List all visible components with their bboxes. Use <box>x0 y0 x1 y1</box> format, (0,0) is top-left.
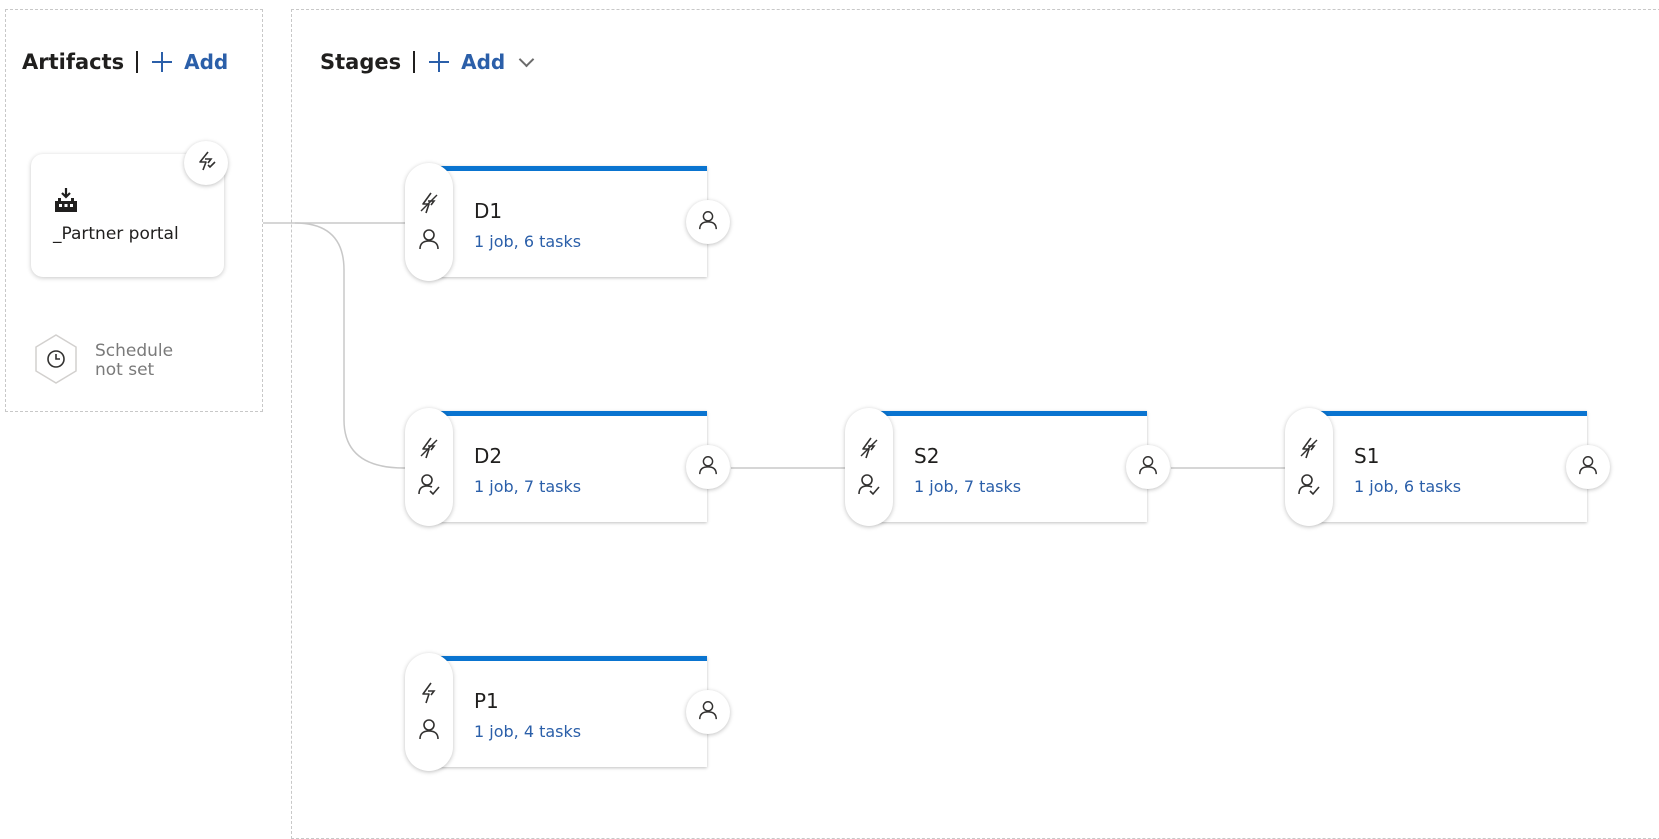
plus-icon <box>429 52 450 72</box>
person-icon <box>1577 454 1599 480</box>
stage-name: D1 <box>474 199 503 223</box>
add-artifact-label: Add <box>184 50 229 74</box>
person-check-icon <box>1297 472 1321 500</box>
person-check-icon <box>417 472 441 500</box>
pre-deployment-conditions-s1[interactable] <box>1285 408 1333 526</box>
person-check-icon <box>857 472 881 500</box>
pre-deployment-conditions-d2[interactable] <box>405 408 453 526</box>
lightning-disabled-icon <box>857 436 881 464</box>
add-stage-label: Add <box>461 50 506 74</box>
stage-card-p1[interactable]: P1 1 job, 4 tasks <box>430 656 707 767</box>
person-icon <box>417 717 441 745</box>
schedule-line-2: not set <box>95 360 155 380</box>
pre-deployment-conditions-p1[interactable] <box>405 653 453 771</box>
lightning-disabled-icon <box>417 436 441 464</box>
header-separator <box>413 51 416 73</box>
post-deployment-conditions-s2[interactable] <box>1126 445 1170 489</box>
clock-icon <box>33 333 79 389</box>
stage-tasks-link[interactable]: 1 job, 6 tasks <box>474 232 581 251</box>
person-icon <box>697 454 719 480</box>
stage-card-s1[interactable]: S1 1 job, 6 tasks <box>1310 411 1587 522</box>
continuous-deployment-trigger-button[interactable] <box>184 141 228 185</box>
lightning-disabled-icon <box>417 191 441 219</box>
post-deployment-conditions-d1[interactable] <box>686 200 730 244</box>
person-icon <box>417 227 441 255</box>
person-icon <box>697 209 719 235</box>
header-separator <box>136 51 139 73</box>
schedule-line-1: Schedule <box>95 341 174 361</box>
stage-tasks-link[interactable]: 1 job, 7 tasks <box>914 477 1021 496</box>
add-artifact-button[interactable]: Add <box>152 50 228 74</box>
artifacts-title: Artifacts <box>22 50 125 74</box>
stage-tasks-link[interactable]: 1 job, 4 tasks <box>474 722 581 741</box>
post-deployment-conditions-d2[interactable] <box>686 445 730 489</box>
artifacts-header: Artifacts Add <box>22 50 228 74</box>
stage-card-s2[interactable]: S2 1 job, 7 tasks <box>870 411 1147 522</box>
stages-title: Stages <box>320 50 402 74</box>
post-deployment-conditions-s1[interactable] <box>1566 445 1610 489</box>
stage-name: S2 <box>914 444 940 468</box>
stages-header: Stages Add <box>320 50 535 74</box>
lightning-disabled-icon <box>1297 436 1321 464</box>
stage-card-d2[interactable]: D2 1 job, 7 tasks <box>430 411 707 522</box>
post-deployment-conditions-p1[interactable] <box>686 690 730 734</box>
continuous-deployment-trigger-icon <box>195 150 217 176</box>
add-stage-button[interactable]: Add <box>429 50 535 74</box>
stage-tasks-link[interactable]: 1 job, 7 tasks <box>474 477 581 496</box>
stage-name: D2 <box>474 444 503 468</box>
person-icon <box>1137 454 1159 480</box>
stage-card-d1[interactable]: D1 1 job, 6 tasks <box>430 166 707 277</box>
stage-tasks-link[interactable]: 1 job, 6 tasks <box>1354 477 1461 496</box>
pre-deployment-conditions-d1[interactable] <box>405 163 453 281</box>
build-artifact-icon <box>53 187 79 217</box>
artifact-name: _Partner portal <box>53 224 179 244</box>
schedule-status: Schedule not set <box>95 342 173 380</box>
stage-name: P1 <box>474 689 499 713</box>
plus-icon <box>152 52 173 72</box>
person-icon <box>697 699 719 725</box>
lightning-icon <box>417 681 441 709</box>
chevron-down-icon <box>518 51 535 67</box>
stage-name: S1 <box>1354 444 1380 468</box>
schedule-trigger[interactable]: Schedule not set <box>33 333 173 389</box>
pre-deployment-conditions-s2[interactable] <box>845 408 893 526</box>
